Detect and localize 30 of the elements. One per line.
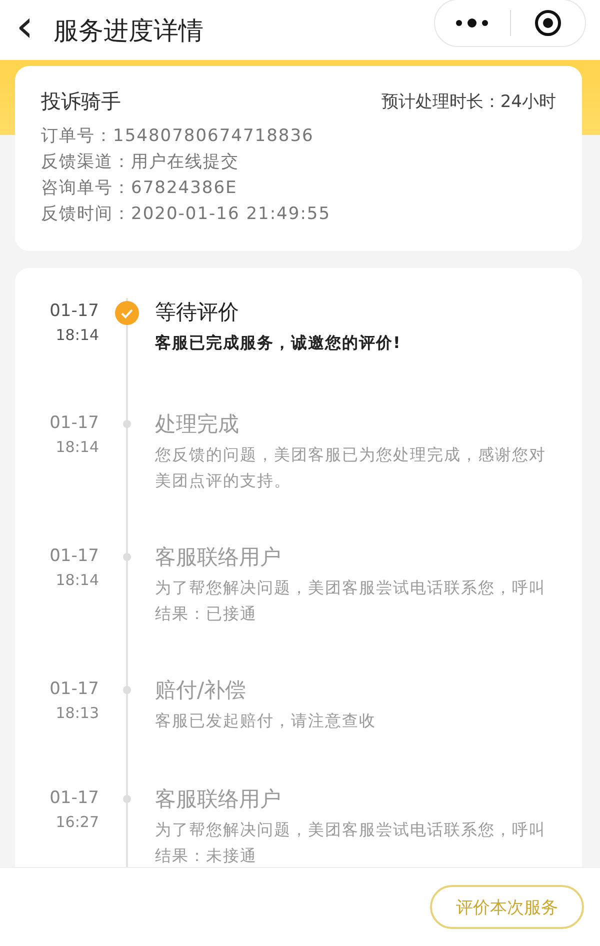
- back-icon[interactable]: ‹: [16, 5, 34, 49]
- estimated-time: 预计处理时长：24小时: [381, 91, 556, 113]
- entry-description: 您反馈的问题，美团客服已为您处理完成，感谢您对美团点评的支持。: [155, 444, 547, 492]
- entry-description: 客服已发起赔付，请注意查收: [155, 710, 377, 732]
- entry-title: 赔付/补偿: [155, 677, 248, 704]
- entry-time: 18:14: [56, 325, 99, 346]
- entry-title: 客服联络用户: [155, 786, 282, 813]
- info-line: 反馈时间：2020-01-16 21:49:55: [41, 203, 332, 226]
- more-icon[interactable]: [455, 18, 490, 28]
- entry-time: 16:27: [56, 812, 99, 833]
- entry-title: 等待评价: [155, 299, 240, 326]
- complaint-type: 投诉骑手: [41, 88, 121, 115]
- info-line: 订单号：15480780674718836: [41, 125, 315, 148]
- entry-time: 18:14: [56, 570, 99, 591]
- entry-date: 01-17: [50, 300, 99, 323]
- page-title: 服务进度详情: [54, 14, 205, 46]
- entry-description: 客服已完成服务，诚邀您的评价!: [155, 332, 402, 354]
- entry-title: 处理完成: [155, 411, 240, 438]
- info-line: 咨询单号：67824386E: [41, 177, 238, 200]
- entry-title: 客服联络用户: [155, 544, 282, 571]
- entry-date: 01-17: [50, 545, 99, 568]
- entry-time: 18:13: [56, 703, 99, 724]
- close-icon[interactable]: [534, 9, 562, 37]
- entry-date: 01-17: [50, 412, 99, 435]
- entry-description: 为了帮您解决问题，美团客服尝试电话联系您，呼叫结果：已接通: [155, 577, 547, 625]
- entry-date: 01-17: [50, 787, 99, 810]
- entry-date: 01-17: [50, 678, 99, 701]
- info-line: 反馈渠道：用户在线提交: [41, 151, 240, 174]
- entry-time: 18:14: [56, 437, 99, 458]
- entry-description: 为了帮您解决问题，美团客服尝试电话联系您，呼叫结果：未接通: [155, 819, 547, 867]
